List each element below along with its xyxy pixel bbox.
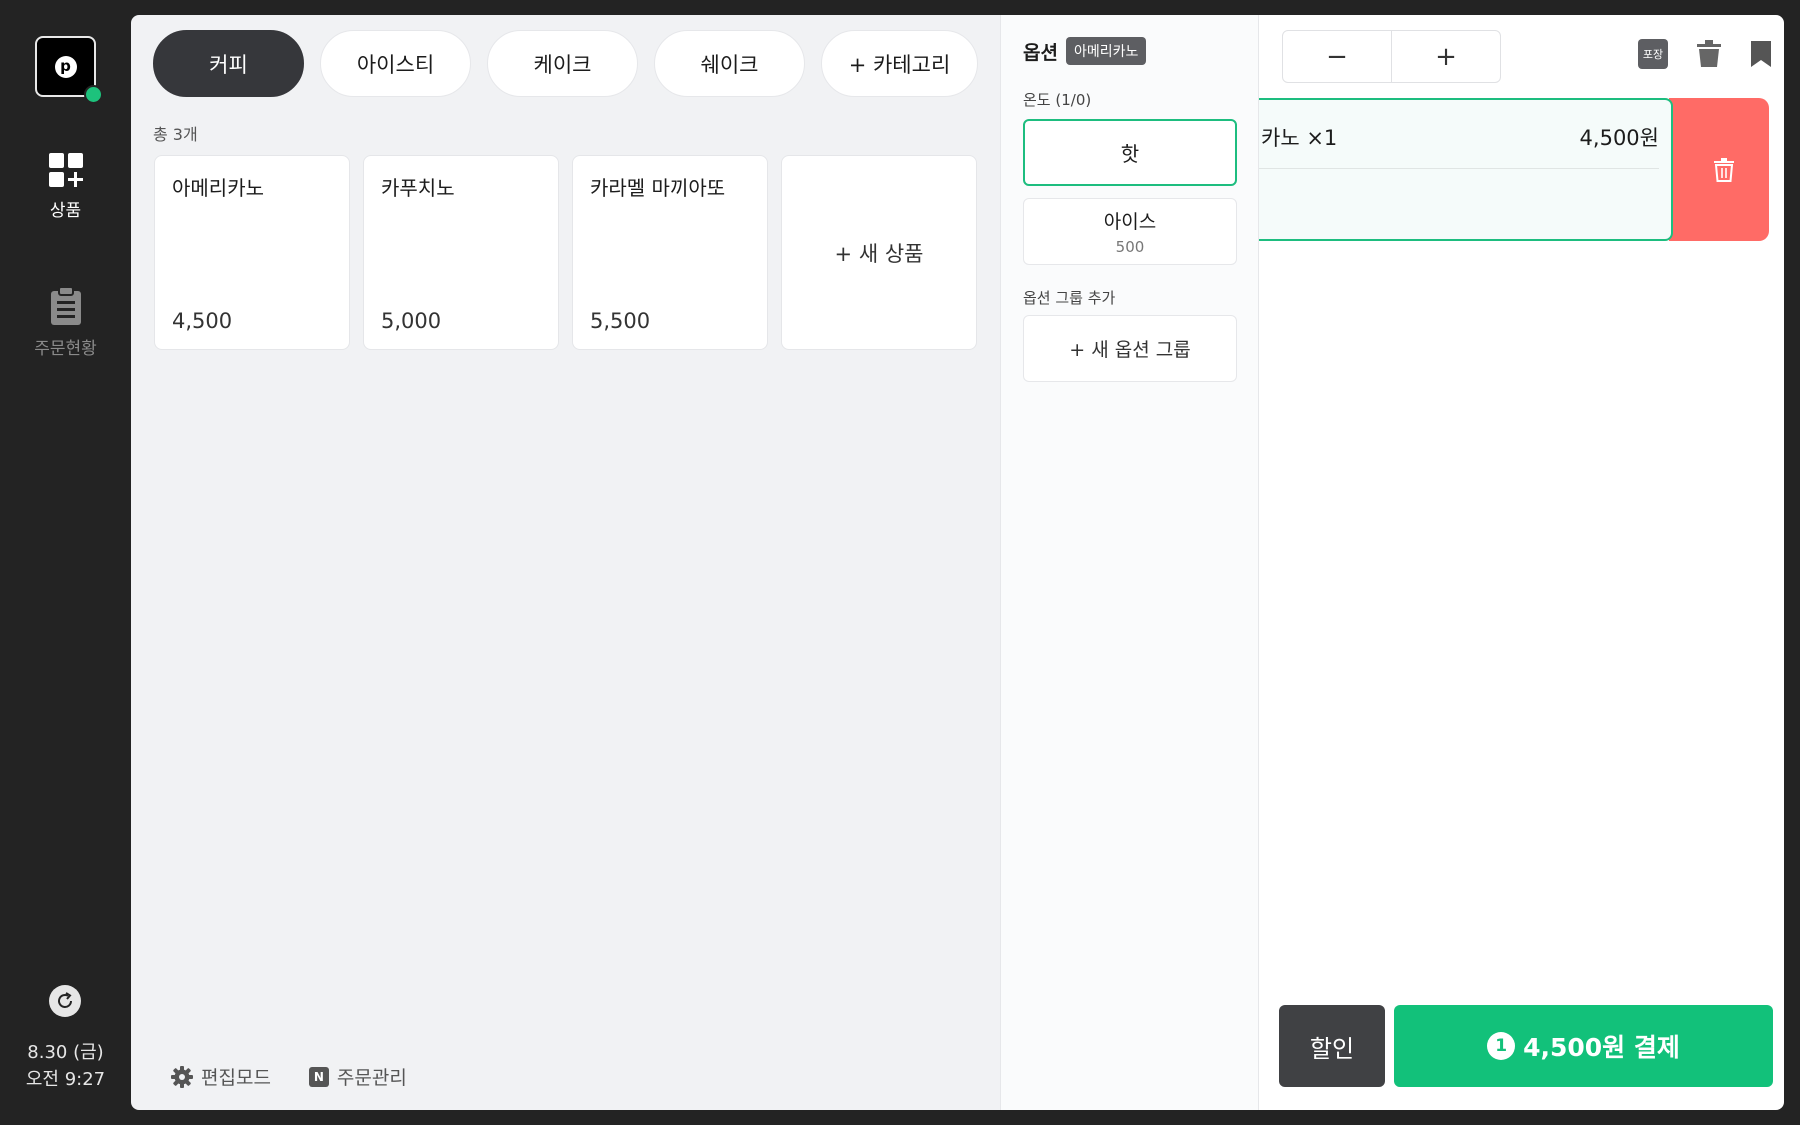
cart-item[interactable]: 카노 ×1 4,500원 xyxy=(1259,98,1673,241)
store-logo[interactable]: p xyxy=(35,36,103,104)
option-ice-price: 500 xyxy=(1115,238,1145,256)
product-card-americano[interactable]: 아메리카노 4,500 xyxy=(154,155,350,350)
edit-mode-button[interactable]: 편집모드 xyxy=(171,1063,271,1090)
options-panel: 옵션 아메리카노 온도 (1/0) 핫 아이스 500 옵션 그룹 추가 + 새… xyxy=(1000,15,1259,1110)
current-time: 오전 9:27 xyxy=(25,1069,106,1090)
divider xyxy=(1259,168,1659,169)
takeout-button[interactable]: 포장 xyxy=(1638,39,1668,69)
decrease-button[interactable]: − xyxy=(1283,31,1391,82)
cart-actions: 포장 xyxy=(1638,39,1772,69)
bookmark-icon[interactable] xyxy=(1750,40,1772,68)
online-status-dot xyxy=(84,85,103,104)
swipe-delete-button[interactable] xyxy=(1669,98,1769,241)
refresh-button[interactable] xyxy=(49,985,81,1017)
tab-coffee[interactable]: 커피 xyxy=(153,30,304,97)
product-price: 5,500 xyxy=(590,309,651,333)
option-ice[interactable]: 아이스 500 xyxy=(1023,198,1237,265)
cart-item-price: 4,500원 xyxy=(1579,126,1659,150)
add-option-group-button[interactable]: + 새 옵션 그룹 xyxy=(1023,315,1237,382)
product-panel: 커피 아이스티 케이크 쉐이크 + 카테고리 총 3개 아메리카노 4,500 … xyxy=(131,15,1000,1110)
tab-cake[interactable]: 케이크 xyxy=(487,30,638,97)
clipboard-icon xyxy=(50,286,81,325)
logo-p-icon: p xyxy=(54,55,77,78)
product-grid: 아메리카노 4,500 카푸치노 5,000 카라멜 마끼아또 5,500 + … xyxy=(154,155,977,350)
product-price: 4,500 xyxy=(172,309,233,333)
add-product-button[interactable]: + 새 상품 xyxy=(781,155,977,350)
category-tabs: 커피 아이스티 케이크 쉐이크 + 카테고리 xyxy=(153,30,978,97)
nav-orders[interactable]: 주문현황 xyxy=(0,286,131,359)
product-card-cappuccino[interactable]: 카푸치노 5,000 xyxy=(363,155,559,350)
gear-icon xyxy=(171,1065,193,1088)
discount-button[interactable]: 할인 xyxy=(1279,1005,1385,1087)
product-name: 아메리카노 xyxy=(172,176,264,200)
quantity-stepper: − + xyxy=(1282,30,1501,83)
product-price: 5,000 xyxy=(381,309,442,333)
n-logo-icon: N xyxy=(308,1066,329,1087)
cart-panel: − + 포장 카노 ×1 4,500원 할인 1 4,500원 결제 xyxy=(1259,15,1784,1110)
add-category-button[interactable]: + 카테고리 xyxy=(821,30,978,97)
nav-products[interactable]: 상품 xyxy=(0,152,131,221)
sidebar: p 상품 주문현황 8.30 (금) 오전 9:27 xyxy=(0,0,131,1125)
trash-icon xyxy=(1714,157,1734,182)
product-card-caramel-macchiato[interactable]: 카라멜 마끼아또 5,500 xyxy=(572,155,768,350)
nav-products-label: 상품 xyxy=(49,201,82,221)
cart-item-name: 카노 ×1 xyxy=(1261,126,1338,150)
trash-icon[interactable] xyxy=(1696,40,1722,68)
options-header: 옵션 아메리카노 xyxy=(1023,37,1147,65)
tab-shake[interactable]: 쉐이크 xyxy=(654,30,805,97)
option-ice-label: 아이스 xyxy=(1103,211,1157,233)
product-name: 카푸치노 xyxy=(381,176,455,200)
nav-orders-label: 주문현황 xyxy=(34,339,97,359)
tab-iced-tea[interactable]: 아이스티 xyxy=(320,30,471,97)
option-hot-label: 핫 xyxy=(1120,142,1140,166)
footer-tools: 편집모드 N 주문관리 xyxy=(171,1063,407,1090)
option-hot[interactable]: 핫 xyxy=(1023,119,1237,186)
grid-add-icon xyxy=(48,153,83,187)
edit-mode-label: 편집모드 xyxy=(201,1067,271,1089)
selected-product-chip: 아메리카노 xyxy=(1065,37,1147,65)
option-group-label: 옵션 그룹 추가 xyxy=(1023,289,1116,307)
increase-button[interactable]: + xyxy=(1391,31,1500,82)
refresh-icon xyxy=(58,992,72,1008)
options-title: 옵션 xyxy=(1023,41,1058,64)
product-name: 카라멜 마끼아또 xyxy=(590,176,726,200)
order-manage-label: 주문관리 xyxy=(336,1067,407,1089)
item-count-badge: 1 xyxy=(1487,1032,1516,1060)
current-date: 8.30 (금) xyxy=(27,1042,104,1063)
pay-label: 4,500원 결제 xyxy=(1523,1033,1680,1062)
add-option-group-label: + 새 옵션 그룹 xyxy=(1069,339,1191,361)
temperature-label: 온도 (1/0) xyxy=(1023,91,1092,109)
pay-button[interactable]: 1 4,500원 결제 xyxy=(1394,1005,1773,1087)
order-manage-button[interactable]: N 주문관리 xyxy=(308,1063,407,1090)
product-count: 총 3개 xyxy=(153,125,198,144)
